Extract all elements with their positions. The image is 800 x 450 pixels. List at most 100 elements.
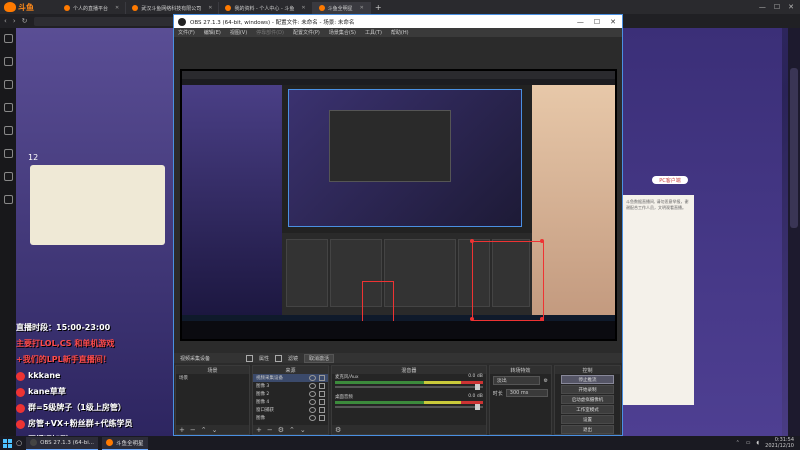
source-item[interactable]: 图像 2 [253, 390, 328, 398]
move-down-icon[interactable]: ⌄ [300, 426, 306, 434]
close-window-button[interactable]: ✕ [610, 18, 616, 26]
filters-button[interactable]: 滤镜 [288, 355, 298, 362]
eye-icon[interactable] [308, 415, 316, 421]
sidebar-icon[interactable] [3, 34, 13, 43]
streamer-card[interactable]: 12 [28, 153, 165, 245]
eye-icon[interactable] [308, 391, 316, 397]
maximize-button[interactable]: ☐ [594, 18, 600, 26]
lock-icon[interactable] [318, 375, 325, 381]
overlay-line: 房管+VX+粉丝群+代练学员 [16, 416, 176, 432]
chevron-up-icon[interactable]: ⌃ [736, 440, 740, 446]
sidebar-icon[interactable] [3, 195, 13, 204]
exit-button[interactable]: 退出 [560, 425, 615, 434]
search-icon[interactable]: ○ [16, 439, 22, 447]
settings-button[interactable]: 设置 [560, 415, 615, 424]
page-scrollbar[interactable] [788, 28, 800, 436]
menu-file[interactable]: 文件(F) [178, 29, 195, 36]
gear-icon[interactable]: ⚙ [335, 426, 341, 434]
volume-slider[interactable] [334, 404, 483, 410]
close-window-button[interactable]: ✕ [788, 3, 794, 11]
scrollbar-thumb[interactable] [790, 68, 798, 228]
lock-icon[interactable] [318, 399, 325, 405]
move-down-icon[interactable]: ⌄ [212, 426, 218, 434]
forward-icon[interactable]: › [13, 17, 16, 25]
close-icon[interactable]: ✕ [208, 5, 212, 11]
gear-icon[interactable]: ⚙ [543, 378, 547, 384]
eye-icon[interactable] [308, 383, 316, 389]
slider-knob[interactable] [474, 404, 480, 410]
minimize-button[interactable]: — [759, 3, 766, 11]
back-icon[interactable]: ‹ [4, 17, 7, 25]
windows-start-icon[interactable] [3, 438, 12, 448]
menu-scene-collection[interactable]: 场景集合(S) [329, 29, 356, 36]
slider-knob[interactable] [474, 384, 480, 390]
taskbar-item-douyu[interactable]: 斗鱼全明星 [102, 436, 148, 450]
browser-tab[interactable]: 我的资料 - 个人中心 - 斗鱼 ✕ [219, 2, 313, 14]
obs-title-bar[interactable]: OBS 27.1.3 (64-bit, windows) - 配置文件: 未命名… [174, 15, 622, 28]
start-recording-button[interactable]: 开始录制 [560, 385, 615, 394]
menu-tools[interactable]: 工具(T) [365, 29, 382, 36]
close-icon[interactable]: ✕ [360, 5, 364, 11]
browser-tab[interactable]: 个人的直播平台 ✕ [58, 2, 127, 14]
browser-tab-bar: 斗鱼 个人的直播平台 ✕ 武汉斗鱼网络科技有限公司 ✕ 我的资料 - 个人中心 - … [0, 0, 800, 14]
sidebar-icon[interactable] [3, 149, 13, 158]
menu-docks[interactable]: 停靠部件(D) [256, 29, 284, 36]
deactivate-button[interactable]: 取消激活 [304, 353, 335, 363]
obs-window[interactable]: OBS 27.1.3 (64-bit, windows) - 配置文件: 未命名… [173, 14, 623, 436]
menu-help[interactable]: 帮助(H) [391, 29, 409, 36]
sidebar-icon[interactable] [3, 57, 13, 66]
lock-icon[interactable] [318, 407, 325, 413]
stop-streaming-button[interactable]: 停止推流 [560, 375, 615, 384]
overlay-text: 房管+VX+粉丝群+代练学员 [28, 419, 133, 428]
close-icon[interactable]: ✕ [115, 5, 119, 11]
clock[interactable]: 0:31:54 2021/12/10 [765, 437, 794, 449]
volume-slider[interactable] [334, 384, 483, 390]
filters-icon[interactable] [275, 354, 283, 362]
move-up-icon[interactable]: ⌃ [201, 426, 207, 434]
sidebar-icon[interactable] [3, 172, 13, 181]
source-item[interactable]: 图像 4 [253, 398, 328, 406]
lock-icon[interactable] [318, 391, 325, 397]
volume-icon[interactable]: ◖ [757, 440, 760, 446]
network-icon[interactable]: ▭ [746, 440, 751, 446]
refresh-icon[interactable]: ↻ [22, 17, 28, 25]
move-up-icon[interactable]: ⌃ [289, 426, 295, 434]
add-icon[interactable]: + [179, 426, 185, 434]
duration-input[interactable]: 300 ms [505, 389, 548, 397]
virtual-camera-button[interactable]: 启动虚拟摄像机 [560, 395, 615, 404]
properties-gear-icon[interactable] [246, 354, 254, 362]
eye-icon[interactable] [308, 407, 316, 413]
menu-profile[interactable]: 配置文件(P) [293, 29, 320, 36]
remove-icon[interactable]: − [190, 426, 196, 434]
minimize-button[interactable]: — [577, 18, 584, 26]
pc-client-chip[interactable]: PC客户端 [652, 176, 688, 184]
remove-icon[interactable]: − [267, 426, 273, 434]
source-item[interactable]: 视频采集设备 [252, 374, 328, 382]
source-item[interactable]: 图像 3 [253, 382, 328, 390]
menu-edit[interactable]: 编辑(E) [204, 29, 221, 36]
sidebar-icon[interactable] [3, 126, 13, 135]
sidebar-icon[interactable] [3, 103, 13, 112]
douyu-logo[interactable]: 斗鱼 [0, 0, 58, 14]
transition-select[interactable]: 淡出 [492, 376, 541, 385]
studio-mode-button[interactable]: 工作室模式 [560, 405, 615, 414]
sidebar-icon[interactable] [3, 80, 13, 89]
browser-tab[interactable]: 武汉斗鱼网络科技有限公司 ✕ [126, 2, 220, 14]
scene-item[interactable]: 场景 [176, 374, 249, 382]
eye-icon[interactable] [308, 375, 316, 381]
source-item[interactable]: 图像 [253, 414, 328, 422]
close-icon[interactable]: ✕ [301, 5, 305, 11]
properties-button[interactable]: 属性 [259, 355, 269, 362]
obs-preview[interactable] [180, 69, 617, 341]
lock-icon[interactable] [318, 415, 325, 421]
eye-icon[interactable] [308, 399, 316, 405]
maximize-button[interactable]: ☐ [774, 3, 780, 11]
taskbar-item-obs[interactable]: OBS 27.1.3 (64-bi... [26, 436, 98, 450]
new-tab-button[interactable]: + [371, 3, 386, 12]
add-icon[interactable]: + [256, 426, 262, 434]
browser-tab-active[interactable]: 斗鱼全明星 ✕ [312, 2, 371, 14]
lock-icon[interactable] [318, 383, 325, 389]
gear-icon[interactable]: ⚙ [278, 426, 284, 434]
source-item[interactable]: 窗口捕获 [253, 406, 328, 414]
menu-view[interactable]: 视图(V) [230, 29, 247, 36]
